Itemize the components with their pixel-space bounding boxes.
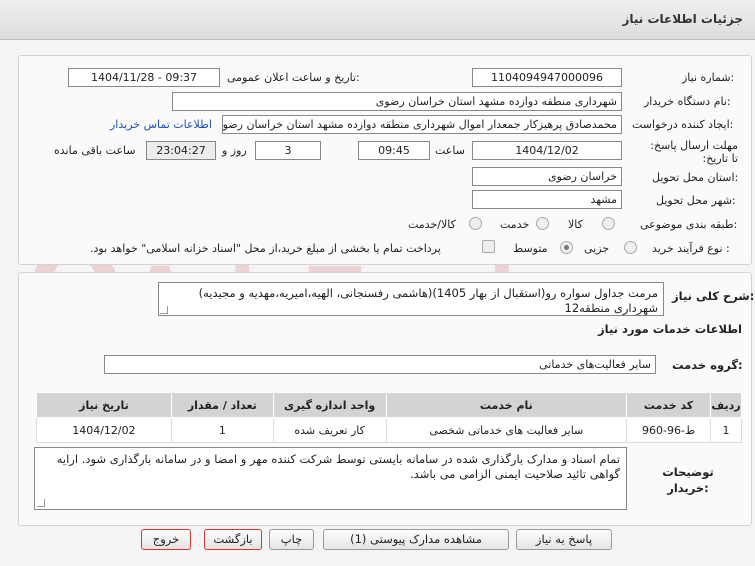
deadline-date-field: 1404/12/02 <box>472 141 622 160</box>
page-title: جزئیات اطلاعات نیاز <box>622 12 743 26</box>
need-number-field: 1104094947000096 <box>472 68 622 87</box>
province-label: استان محل تحویل: <box>652 171 739 184</box>
cell-name: سایر فعالیت های خدماتی شخصی <box>385 417 628 443</box>
category-radio-goods[interactable] <box>602 217 615 230</box>
process-radio-medium[interactable] <box>560 241 573 254</box>
treasury-checkbox[interactable] <box>482 240 495 253</box>
title-bar: جزئیات اطلاعات نیاز <box>0 0 755 40</box>
days-field: 3 <box>255 141 321 160</box>
city-field: مشهد <box>472 190 622 209</box>
province-field: خراسان رضوی <box>472 167 622 186</box>
process-radio-minor[interactable] <box>624 241 637 254</box>
notes-resize-handle[interactable] <box>37 499 45 507</box>
days-label: روز و <box>222 144 247 157</box>
cell-row: 1 <box>710 417 742 443</box>
general-desc-field: مرمت جداول سواره رو(استقبال از بهار 1405… <box>158 282 664 316</box>
table-row: 1 ط-96-960 سایر فعالیت های خدماتی شخصی ک… <box>36 417 742 443</box>
service-group-label: گروه خدمت: <box>672 358 743 372</box>
col-date-header: تاریخ نیاز <box>36 392 172 418</box>
col-qty-header: تعداد / مقدار <box>170 392 274 418</box>
services-info-title: اطلاعات خدمات مورد نیاز <box>598 322 742 336</box>
need-number-label: شماره نیاز: <box>682 71 735 84</box>
col-name-header: نام خدمت <box>385 392 628 418</box>
process-option-minor: جزیی <box>584 242 610 255</box>
category-option-goods: کالا <box>568 218 583 231</box>
time-label: ساعت <box>435 144 465 157</box>
cell-code: ط-96-960 <box>626 417 712 443</box>
cell-qty: 1 <box>170 417 274 443</box>
col-code-header: کد خدمت <box>626 392 712 418</box>
remaining-time-field: 23:04:27 <box>146 141 216 160</box>
reply-button[interactable]: پاسخ به نیاز <box>516 529 612 550</box>
requester-label: ایجاد کننده درخواست: <box>632 118 734 131</box>
cell-unit: کار تعریف شده <box>272 417 387 443</box>
buyer-notes-label: توضیحات خریدار: <box>662 465 714 495</box>
buyer-org-field: شهرداری منطقه دوازده مشهد استان خراسان ر… <box>172 92 622 111</box>
cell-date: 1404/12/02 <box>36 417 172 443</box>
service-group-field: سایر فعالیت‌های خدماتی <box>104 355 656 374</box>
deadline-label: مهلت ارسال پاسخ: تا تاریخ: <box>650 139 738 165</box>
city-label: شهر محل تحویل: <box>656 194 736 207</box>
category-option-goods-service: کالا/خدمت <box>408 218 456 231</box>
process-option-medium: متوسط <box>513 242 548 255</box>
services-table: ردیف کد خدمت نام خدمت واحد اندازه گیری ت… <box>36 392 742 443</box>
category-label: طبقه بندی موضوعی: <box>640 218 738 231</box>
exit-button[interactable]: خروج <box>141 529 191 550</box>
buyer-notes-field: تمام اسناد و مدارک بارگذاری شده در سامان… <box>34 447 627 510</box>
general-desc-label: شرح کلی نیاز: <box>672 289 755 303</box>
col-unit-header: واحد اندازه گیری <box>272 392 387 418</box>
resize-handle[interactable] <box>160 306 168 314</box>
attachments-button[interactable]: مشاهده مدارک پیوستی (1) <box>323 529 509 550</box>
buyer-org-label: نام دستگاه خریدار: <box>644 95 731 108</box>
announce-label: تاریخ و ساعت اعلان عمومی: <box>227 71 360 84</box>
announce-datetime-field: 1404/11/28 - 09:37 <box>68 68 220 87</box>
payment-note: پرداخت تمام یا بخشی از مبلغ خرید،از محل … <box>90 242 441 255</box>
print-button[interactable]: چاپ <box>269 529 314 550</box>
process-label: نوع فرآیند خرید : <box>652 242 730 255</box>
category-radio-service[interactable] <box>536 217 549 230</box>
category-radio-goods-service[interactable] <box>469 217 482 230</box>
remaining-label: ساعت باقی مانده <box>54 144 136 157</box>
category-option-service: خدمت <box>500 218 530 231</box>
deadline-time-field: 09:45 <box>358 141 430 160</box>
back-button[interactable]: بازگشت <box>204 529 262 550</box>
requester-field: محمدصادق پرهیزکار جمعدار اموال شهرداری م… <box>222 115 622 134</box>
table-header-row: ردیف کد خدمت نام خدمت واحد اندازه گیری ت… <box>36 392 742 418</box>
buyer-contact-link[interactable]: اطلاعات تماس خریدار <box>110 118 212 131</box>
col-row-header: ردیف <box>710 392 742 418</box>
